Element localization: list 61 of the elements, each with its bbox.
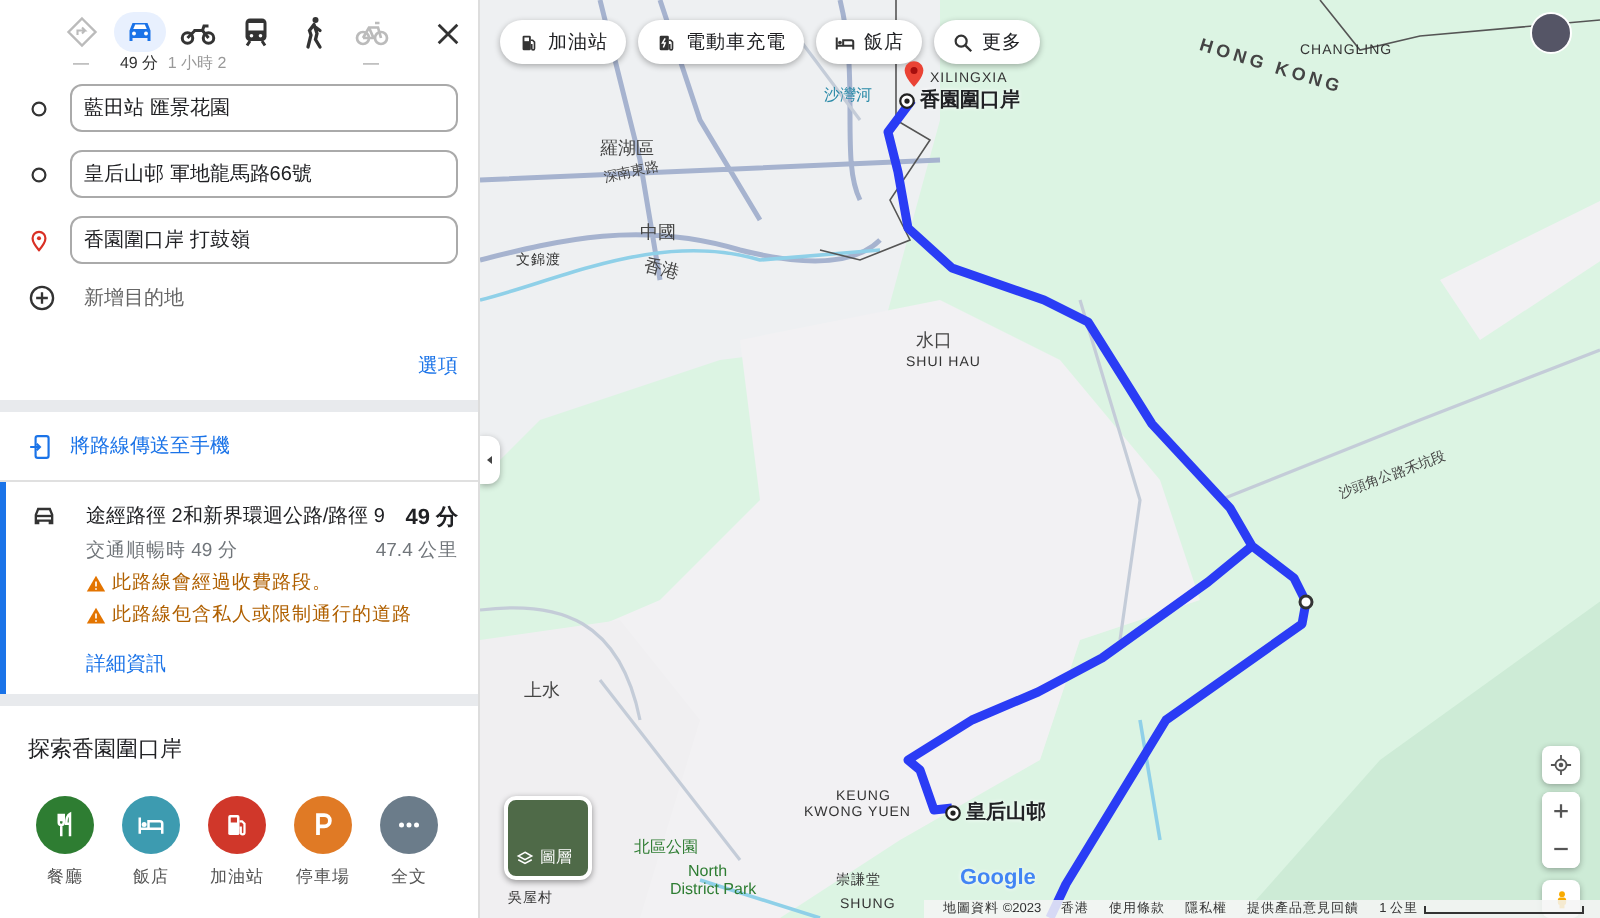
filter-chip[interactable]: 更多: [934, 20, 1040, 64]
waypoint-dot: [1298, 594, 1314, 610]
my-location-button[interactable]: [1542, 746, 1580, 784]
category-button[interactable]: 全文: [380, 796, 438, 890]
map-label: 沙灣河: [824, 88, 872, 104]
route-duration: 49 分: [405, 503, 458, 532]
filter-chip[interactable]: 飯店: [816, 20, 922, 64]
warning-text: 此路線包含私人或限制通行的道路: [112, 602, 412, 628]
category-button[interactable]: 飯店: [122, 796, 180, 890]
filter-chip[interactable]: 電動車充電: [638, 20, 804, 64]
add-circle-icon: [28, 284, 56, 312]
ev-charger-icon: [656, 31, 678, 53]
map-label: 香港: [641, 256, 682, 283]
map-label: 中國: [640, 224, 676, 242]
circle-icon: [28, 163, 50, 185]
map-label: North: [688, 864, 728, 880]
fuel-pump-icon: [518, 31, 540, 53]
target-circle-icon: [898, 91, 916, 109]
location-input-field[interactable]: 皇后山邨 軍地龍馬路66號: [70, 150, 458, 198]
layers-button[interactable]: 圖層: [504, 796, 592, 880]
crosshair-icon: [1550, 754, 1572, 776]
circle-icon: [28, 97, 50, 119]
warning-icon: [86, 605, 106, 625]
map-label: 羅湖區: [600, 140, 654, 158]
details-link[interactable]: 詳細資訊: [86, 654, 166, 676]
map-label: 上水: [524, 682, 560, 700]
fuel-pump-icon: [222, 810, 252, 840]
route-title: 途經路徑 2和新界環迴公路/路徑 9: [86, 503, 385, 532]
caret-left-icon: [484, 454, 496, 466]
route-distance: 47.4 公里: [375, 538, 458, 564]
route-diamond-icon: [63, 14, 99, 50]
category-button[interactable]: 加油站: [208, 796, 266, 890]
explore-heading: 探索香園圍口岸: [28, 735, 184, 764]
layers-icon: [516, 850, 534, 868]
traffic-note: 交通順暢時 49 分: [86, 538, 238, 564]
map-logo: Google: [960, 866, 1036, 890]
warning-icon: [86, 573, 106, 593]
zoom-in-button[interactable]: [1542, 792, 1580, 830]
location-input-field[interactable]: 香園圍口岸 打鼓嶺: [70, 216, 458, 264]
plus-icon: [1552, 802, 1570, 820]
add-destination-button[interactable]: 新增目的地: [0, 264, 478, 340]
avatar-circle[interactable]: [1530, 12, 1572, 54]
map-label: 北區公園: [634, 840, 698, 856]
map-pin-icon: [900, 56, 928, 92]
map-label: District Park: [670, 882, 757, 898]
collapse-panel-button[interactable]: [480, 436, 500, 484]
car-icon: [30, 502, 58, 530]
target-circle-icon: [944, 803, 962, 821]
category-button[interactable]: 餐廳: [36, 796, 94, 890]
close-button[interactable]: [434, 20, 462, 48]
map-label: 水口: [916, 332, 952, 350]
filter-chip[interactable]: 加油站: [500, 20, 626, 64]
search-icon: [952, 31, 974, 53]
options-link[interactable]: 選項: [418, 352, 458, 380]
place-name: 香園圍口岸: [920, 87, 1020, 114]
place-name: 皇后山邨: [966, 799, 1046, 826]
location-pin-icon: [28, 229, 50, 251]
category-button[interactable]: 停車場: [294, 796, 352, 890]
close-icon: [434, 20, 462, 48]
location-input-field[interactable]: 藍田站 匯景花園: [70, 84, 458, 132]
warning-text: 此路線會經過收費路段。: [112, 570, 332, 596]
